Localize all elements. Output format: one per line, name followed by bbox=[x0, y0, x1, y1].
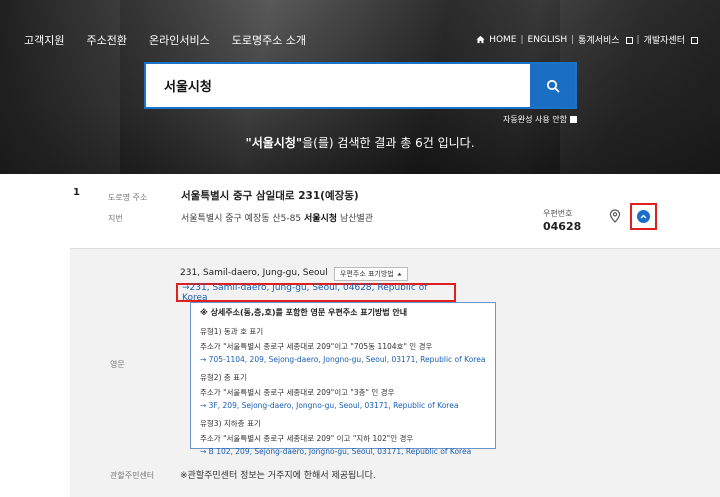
dev-center-link[interactable]: 개발자센터 bbox=[644, 33, 685, 46]
highlight-box: →231, Samil-daero, Jung-gu, Seoul, 04628… bbox=[176, 282, 456, 303]
divider: | bbox=[571, 34, 575, 45]
home-icon bbox=[476, 35, 485, 44]
guide-desc: 주소가 "서울특별시 종로구 세종대로 209"이고 "3층" 인 경우 bbox=[200, 388, 395, 397]
summary-text: 을(를) 검색한 결과 총 6건 입니다. bbox=[302, 136, 475, 150]
nav-item-online[interactable]: 온라인서비스 bbox=[149, 32, 210, 48]
jibun-address: 서울특별시 중구 예장동 산5-85 서울시청 남산별관 bbox=[181, 211, 373, 224]
guide-type: 유형3) 지하층 표기 bbox=[200, 419, 261, 428]
postal-guide-box: ※ 상세주소(동,층,호)를 포함한 영문 우편주소 표기방법 안내 유형1) … bbox=[190, 302, 496, 456]
highlight-box bbox=[630, 203, 657, 230]
hero-banner: 고객지원 주소전환 온라인서비스 도로명주소 소개 HOME | ENGLISH… bbox=[0, 0, 720, 174]
guide-item: 유형3) 지하층 표기 주소가 "서울특별시 종로구 세종대로 209" 이고 … bbox=[200, 418, 486, 456]
guide-type: 유형2) 층 표기 bbox=[200, 373, 247, 382]
utility-nav: HOME | ENGLISH | 통계서비스 | 개발자센터 bbox=[476, 33, 698, 46]
main-nav: 고객지원 주소전환 온라인서비스 도로명주소 소개 bbox=[24, 32, 306, 48]
search-button[interactable] bbox=[530, 64, 575, 107]
zip-code: 04628 bbox=[543, 220, 582, 233]
guide-desc: 주소가 "서울특별시 종로구 세종대로 209" 이고 "지하 102"인 경우 bbox=[200, 434, 414, 443]
jibun-suffix: 남산별관 bbox=[337, 214, 374, 224]
english-full-address: →231, Samil-daero, Jung-gu, Seoul, 04628… bbox=[182, 282, 428, 303]
search-input[interactable] bbox=[146, 64, 530, 107]
community-center-notice: ※관할주민센터 정보는 거주지에 한해서 제공됩니다. bbox=[180, 471, 376, 481]
guide-example: → 705-1104, 209, Sejong-daero, Jongno-gu… bbox=[200, 355, 486, 364]
guide-example: → 3F, 209, Sejong-daero, Jongno-gu, Seou… bbox=[200, 401, 459, 410]
guide-title: ※ 상세주소(동,층,호)를 포함한 영문 우편주소 표기방법 안내 bbox=[200, 308, 408, 317]
autocomplete-label: 자동완성 사용 안함 bbox=[503, 115, 567, 124]
english-link[interactable]: ENGLISH bbox=[528, 35, 568, 45]
community-center-label: 관할주민센터 bbox=[110, 471, 155, 480]
nav-item-convert[interactable]: 주소전환 bbox=[86, 32, 126, 48]
autocomplete-toggle[interactable]: 자동완성 사용 안함 bbox=[503, 114, 577, 125]
guide-item: 유형1) 동과 호 표기 주소가 "서울특별시 종로구 세종대로 209"이고 … bbox=[200, 326, 486, 364]
guide-example: → B 102, 209, Sejong-daero, Jongno-gu, S… bbox=[200, 447, 472, 456]
zip-label: 우편번호 bbox=[543, 209, 573, 218]
english-label: 영문 bbox=[110, 360, 125, 369]
result-summary: "서울시청"을(를) 검색한 결과 총 6건 입니다. bbox=[0, 134, 720, 151]
nav-item-intro[interactable]: 도로명주소 소개 bbox=[232, 32, 306, 48]
external-link-icon bbox=[625, 37, 633, 44]
search-icon bbox=[546, 79, 559, 92]
guide-desc: 주소가 "서울특별시 종로구 세종대로 209"이고 "705동 1104호" … bbox=[200, 342, 433, 351]
detail-panel: 231, Samil-daero, Jung-gu, Seoul 우편주소 표기… bbox=[70, 248, 720, 497]
guide-item: 유형2) 층 표기 주소가 "서울특별시 종로구 세종대로 209"이고 "3층… bbox=[200, 372, 486, 410]
collapse-button[interactable] bbox=[637, 210, 650, 223]
divider: | bbox=[636, 34, 640, 45]
divider: | bbox=[520, 34, 524, 45]
autocomplete-checkbox[interactable] bbox=[569, 116, 577, 123]
map-pin-icon[interactable] bbox=[609, 209, 621, 223]
result-index: 1 bbox=[73, 187, 80, 198]
english-address: 231, Samil-daero, Jung-gu, Seoul bbox=[180, 268, 328, 278]
postal-method-label: 우편주소 표기방법 bbox=[340, 270, 394, 278]
postal-method-button[interactable]: 우편주소 표기방법 bbox=[334, 267, 408, 281]
search-keyword: "서울시청" bbox=[245, 136, 303, 150]
guide-type: 유형1) 동과 호 표기 bbox=[200, 327, 264, 336]
home-link[interactable]: HOME bbox=[489, 35, 516, 45]
result-row: 1 도로명 주소 서울특별시 중구 삼일대로 231(예장동) 지번 서울특별시… bbox=[0, 174, 720, 248]
road-address: 서울특별시 중구 삼일대로 231(예장동) bbox=[181, 190, 359, 202]
search-box bbox=[144, 62, 577, 109]
jibun-label: 지번 bbox=[108, 214, 123, 223]
stats-link[interactable]: 통계서비스 bbox=[578, 33, 619, 46]
nav-item-support[interactable]: 고객지원 bbox=[24, 32, 64, 48]
jibun-prefix: 서울특별시 중구 예장동 산5-85 bbox=[181, 214, 304, 224]
chevron-up-icon bbox=[640, 214, 647, 219]
jibun-highlight: 서울시청 bbox=[303, 214, 338, 224]
road-address-label: 도로명 주소 bbox=[108, 193, 148, 202]
external-link-icon bbox=[691, 37, 698, 44]
caret-up-icon bbox=[397, 272, 402, 276]
